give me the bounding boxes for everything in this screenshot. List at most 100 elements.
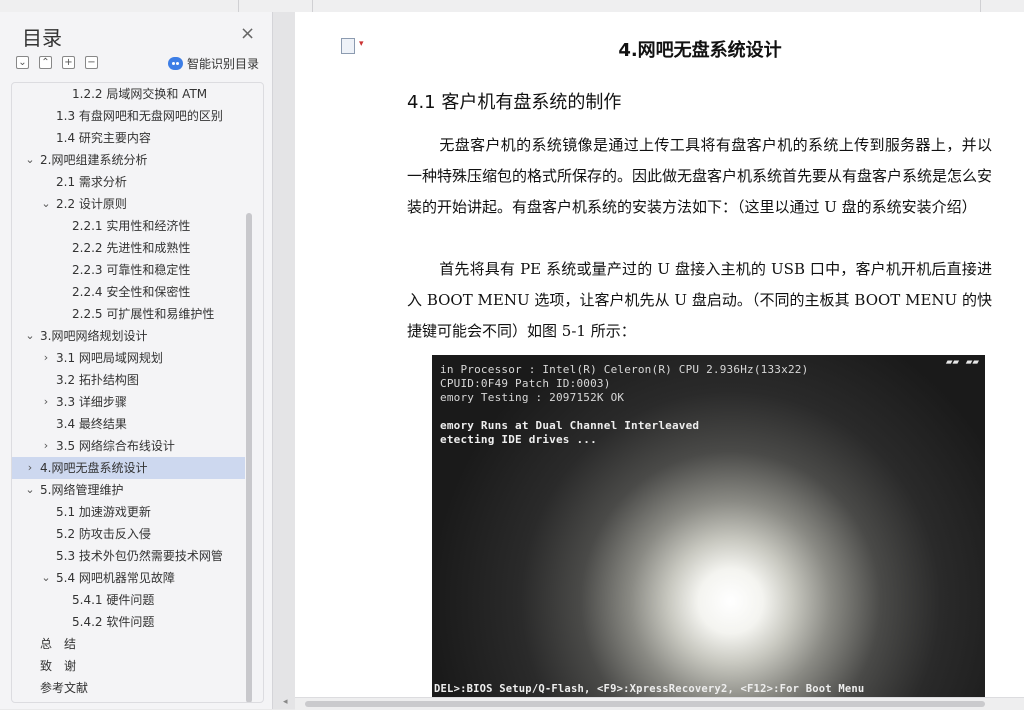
photo-corner-mark: ▰▰ ▰▰ (945, 355, 979, 368)
chevron-down-icon[interactable]: ⌄ (40, 193, 52, 215)
toc-item[interactable]: 5.1 加速游戏更新 (12, 501, 245, 523)
toc-item-label: 参考文献 (40, 681, 89, 695)
toc-item-label: 3.1 网吧局域网规划 (56, 351, 163, 365)
paragraph-1-text: 无盘客户机的系统镜像是通过上传工具将有盘客户机的系统上传到服务器上，并以一种特殊… (407, 136, 993, 216)
toc-item[interactable]: › 3.3 详细步骤 (12, 391, 245, 413)
toc-item[interactable]: 1.2.2 局域网交换和 ATM (12, 83, 245, 105)
chevron-right-icon[interactable]: › (24, 457, 36, 479)
horizontal-scroll-thumb[interactable] (305, 701, 985, 707)
robot-icon (168, 57, 183, 70)
document-page: ▾ 4.网吧无盘系统设计 4.1 客户机有盘系统的制作 无盘客户机的系统镜像是通… (295, 12, 1024, 697)
remove-level-icon[interactable]: − (85, 56, 98, 69)
toc-item[interactable]: ⌄ 2.网吧组建系统分析 (12, 149, 245, 171)
toolbar-divider (238, 0, 239, 12)
toc-item-label: 5.网络管理维护 (40, 483, 124, 497)
toc-item-label: 2.2.2 先进性和成熟性 (72, 241, 191, 255)
toc-item-label: 5.4.1 硬件问题 (72, 593, 155, 607)
toc-item[interactable]: 2.2.4 安全性和保密性 (12, 281, 245, 303)
bios-line: emory Testing : 2097152K OK (440, 391, 625, 404)
toc-item[interactable]: 2.2.3 可靠性和稳定性 (12, 259, 245, 281)
toc-item-label: 5.4 网吧机器常见故障 (56, 571, 175, 585)
panel-splitter[interactable] (272, 12, 295, 709)
toc-item-label: 3.网吧网络规划设计 (40, 329, 148, 343)
toc-panel: 1.2.2 局域网交换和 ATM 1.3 有盘网吧和无盘网吧的区别 1.4 研究主要… (11, 82, 264, 703)
scroll-left-icon[interactable]: ◂ (283, 697, 288, 707)
toc-item[interactable]: 5.3 技术外包仍然需要技术网管 (12, 545, 245, 567)
paragraph-1: 无盘客户机的系统镜像是通过上传工具将有盘客户机的系统上传到服务器上，并以一种特殊… (407, 130, 992, 223)
toc-item-label: 2.2 设计原则 (56, 197, 127, 211)
toc-item-label: 3.5 网络综合布线设计 (56, 439, 175, 453)
bios-line: etecting IDE drives ... (440, 433, 597, 446)
bios-line: in Processor : Intel(R) Celeron(R) CPU 2… (440, 363, 809, 376)
toc-item-label: 1.3 有盘网吧和无盘网吧的区别 (56, 109, 223, 123)
toc-item[interactable]: 5.4.2 软件问题 (12, 611, 245, 633)
smart-toc-label: 智能识别目录 (187, 57, 260, 71)
toc-item[interactable]: ⌄ 5.4 网吧机器常见故障 (12, 567, 245, 589)
smart-toc-button[interactable]: 智能识别目录 (168, 55, 259, 72)
toc-item[interactable]: 2.2.1 实用性和经济性 (12, 215, 245, 237)
paragraph-2: 首先将具有 PE 系统或量产过的 U 盘接入主机的 USB 口中，客户机开机后直… (407, 254, 992, 347)
toc-item[interactable]: 参考文献 (12, 677, 245, 699)
toc-item-label: 1.2.2 局域网交换和 ATM (72, 87, 208, 101)
toc-item[interactable]: 1.3 有盘网吧和无盘网吧的区别 (12, 105, 245, 127)
toc-item[interactable]: 2.2.5 可扩展性和易维护性 (12, 303, 245, 325)
heading-1: 4.网吧无盘系统设计 (618, 40, 782, 61)
toc-scrollbar[interactable] (246, 213, 252, 702)
toc-item[interactable]: 1.4 研究主要内容 (12, 127, 245, 149)
toc-item[interactable]: 总 结 (12, 633, 245, 655)
bios-screen-photo: ▰▰ ▰▰ in Processor : Intel(R) Celeron(R)… (432, 355, 985, 697)
toc-item[interactable]: › 3.1 网吧局域网规划 (12, 347, 245, 369)
chevron-right-icon[interactable]: › (40, 435, 52, 457)
toc-item[interactable]: 3.4 最终结果 (12, 413, 245, 435)
chevron-right-icon[interactable]: › (40, 347, 52, 369)
collapse-all-icon[interactable]: ⌄ (16, 56, 29, 69)
toc-title: 目录 (22, 26, 62, 50)
toc-item[interactable]: ⌄ 3.网吧网络规划设计 (12, 325, 245, 347)
toc-item[interactable]: ⌄ 5.网络管理维护 (12, 479, 245, 501)
toc-item[interactable]: › 4.网吧无盘系统设计 (12, 457, 245, 479)
toc-item-label: 2.2.1 实用性和经济性 (72, 219, 191, 233)
expand-up-icon[interactable]: ⌃ (39, 56, 52, 69)
heading-2: 4.1 客户机有盘系统的制作 (407, 92, 622, 113)
toc-item[interactable]: 5.4.1 硬件问题 (12, 589, 245, 611)
toc-item[interactable]: 致 谢 (12, 655, 245, 677)
toc-list: 1.2.2 局域网交换和 ATM 1.3 有盘网吧和无盘网吧的区别 1.4 研究主要… (12, 83, 245, 699)
toc-item[interactable]: 5.2 防攻击反入侵 (12, 523, 245, 545)
toc-sidebar: 目录 × ⌄ ⌃ + − 智能识别目录 1.2.2 局域网交换和 ATM 1.3 … (0, 12, 272, 709)
chevron-right-icon[interactable]: › (40, 391, 52, 413)
toc-item-label: 总 结 (40, 637, 77, 651)
toolbar-divider (312, 0, 313, 12)
toc-item[interactable]: 2.2.2 先进性和成熟性 (12, 237, 245, 259)
toc-item-label: 1.4 研究主要内容 (56, 131, 151, 145)
toc-item-label: 3.4 最终结果 (56, 417, 127, 431)
toc-item-label: 2.1 需求分析 (56, 175, 127, 189)
bios-line: CPUID:0F49 Patch ID:0003) (440, 377, 611, 390)
toc-item-label: 致 谢 (40, 659, 77, 673)
toc-item-label: 2.2.4 安全性和保密性 (72, 285, 191, 299)
toc-item-label: 4.网吧无盘系统设计 (40, 461, 148, 475)
add-level-icon[interactable]: + (62, 56, 75, 69)
toc-item-label: 3.2 拓扑结构图 (56, 373, 139, 387)
chevron-down-icon[interactable]: ⌄ (24, 479, 36, 501)
horizontal-scrollbar[interactable]: ◂ (283, 697, 1024, 710)
chevron-down-icon[interactable]: ⌄ (40, 567, 52, 589)
toc-toolbar: ⌄ ⌃ + − (16, 56, 98, 69)
toc-item-label: 3.3 详细步骤 (56, 395, 127, 409)
toc-item[interactable]: 2.1 需求分析 (12, 171, 245, 193)
toc-item[interactable]: ⌄ 2.2 设计原则 (12, 193, 245, 215)
toc-item-label: 5.2 防攻击反入侵 (56, 527, 151, 541)
toc-item-label: 5.3 技术外包仍然需要技术网管 (56, 549, 223, 563)
toc-item[interactable]: › 3.5 网络综合布线设计 (12, 435, 245, 457)
toc-item-label: 2.2.3 可靠性和稳定性 (72, 263, 191, 277)
chevron-down-icon[interactable]: ⌄ (24, 325, 36, 347)
bios-line: emory Runs at Dual Channel Interleaved (440, 419, 700, 432)
chevron-down-icon[interactable]: ⌄ (24, 149, 36, 171)
paragraph-2-text: 首先将具有 PE 系统或量产过的 U 盘接入主机的 USB 口中，客户机开机后直… (407, 260, 992, 340)
toc-item-label: 5.4.2 软件问题 (72, 615, 155, 629)
bios-line: DEL>:BIOS Setup/Q-Flash, <F9>:XpressReco… (434, 683, 865, 695)
toc-item-label: 2.2.5 可扩展性和易维护性 (72, 307, 215, 321)
toc-item[interactable]: 3.2 拓扑结构图 (12, 369, 245, 391)
toc-item-label: 2.网吧组建系统分析 (40, 153, 148, 167)
close-icon[interactable]: × (240, 24, 255, 44)
toc-item-label: 5.1 加速游戏更新 (56, 505, 151, 519)
